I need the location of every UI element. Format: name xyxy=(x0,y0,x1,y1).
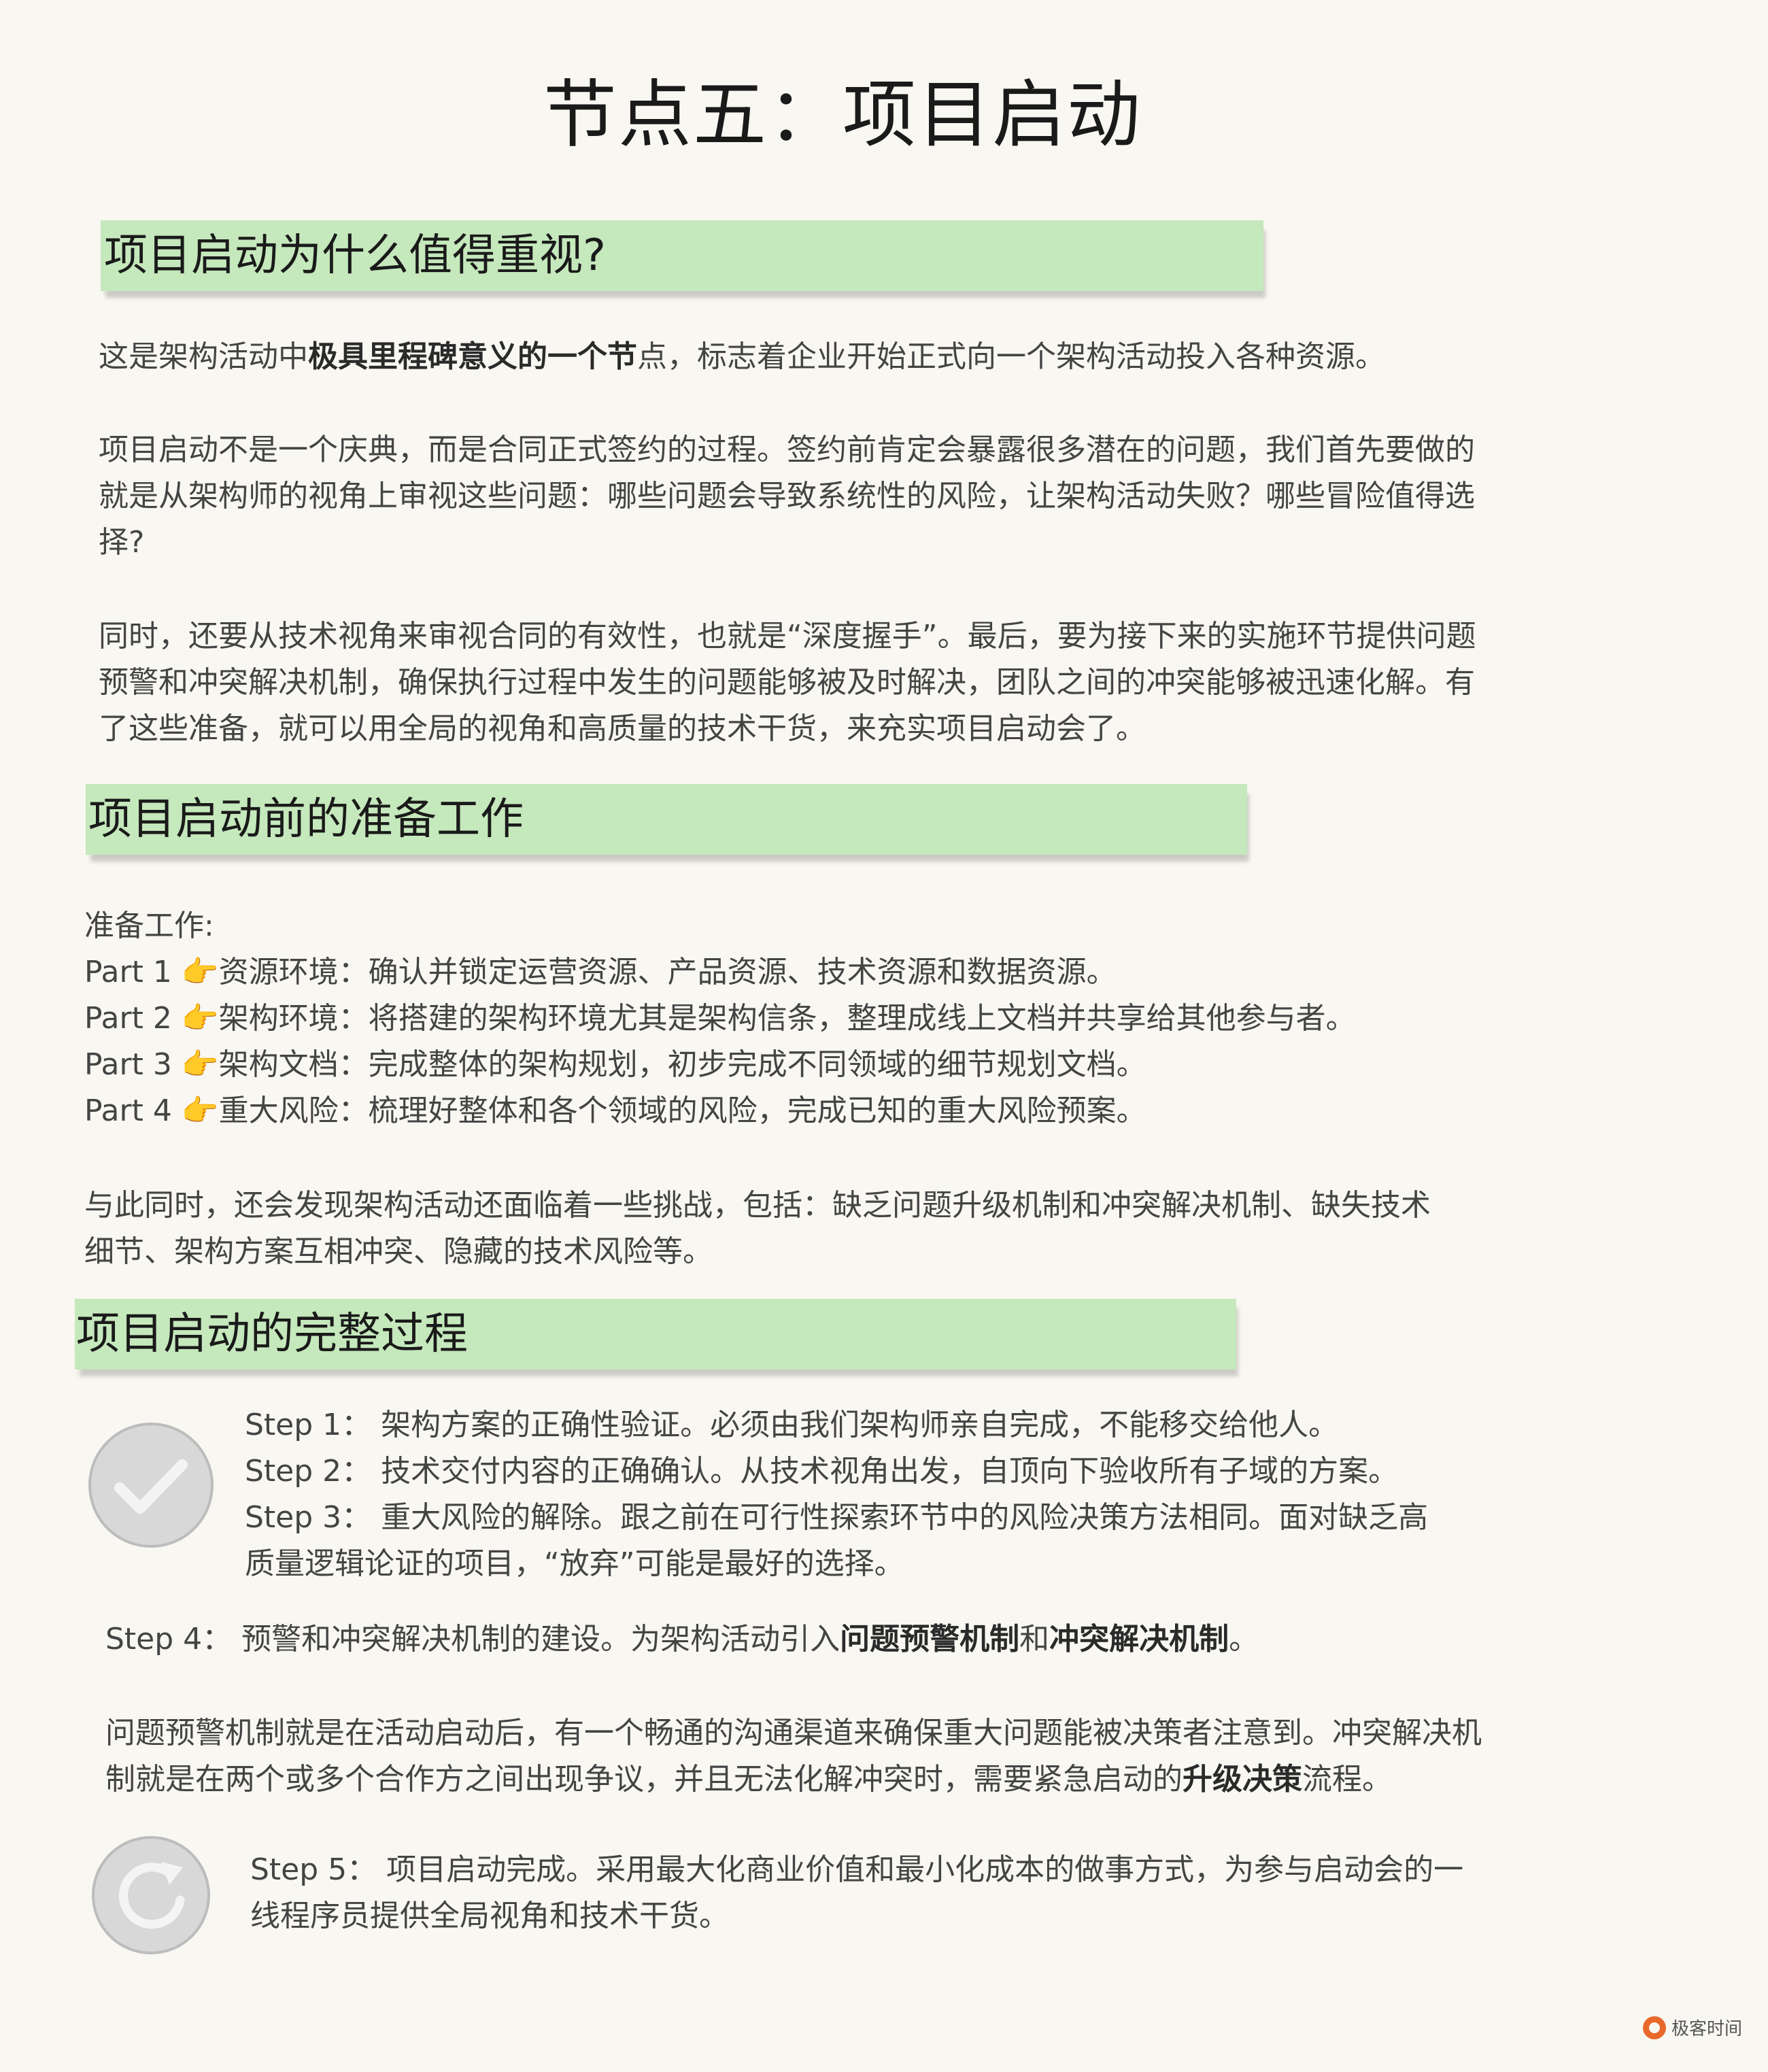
brand-logo: 极客时间 xyxy=(1642,2015,1742,2040)
section1-paragraph-2-line-3: 择? xyxy=(99,525,145,560)
text-segment: 和 xyxy=(1019,1622,1050,1657)
bold-phrase: 极具里程碑意义的一个节 xyxy=(308,339,637,374)
part-item-2: Part 2 👉架构环境：将搭建的架构环境尤其是架构信条，整理成线上文档并共享给… xyxy=(84,1001,1356,1036)
text-segment: 流程。 xyxy=(1302,1762,1392,1797)
mechanism-line-2: 制就是在两个或多个合作方之间出现争议，并且无法化解冲突时，需要紧急启动的升级决策… xyxy=(105,1756,1392,1803)
challenges-line-1: 与此同时，还会发现架构活动还面临着一些挑战，包括：缺乏问题升级机制和冲突解决机制… xyxy=(84,1188,1431,1223)
section3-heading: 项目启动的完整过程 xyxy=(76,1309,468,1359)
section1-paragraph-2-line-1: 项目启动不是一个庆典，而是合同正式签约的过程。签约前肯定会暴露很多潜在的问题，我… xyxy=(99,432,1475,467)
part-item-1: Part 1 👉资源环境：确认并锁定运营资源、产品资源、技术资源和数据资源。 xyxy=(84,955,1117,989)
step-1: Step 1： 架构方案的正确性验证。必须由我们架构师亲自完成，不能移交给他人。 xyxy=(245,1408,1339,1442)
section1-paragraph-2-line-2: 就是从架构师的视角上审视这些问题：哪些问题会导致系统性的风险，让架构活动失败？哪… xyxy=(99,479,1475,513)
step-4: Step 4： 预警和冲突解决机制的建设。为架构活动引入问题预警机制和冲突解决机… xyxy=(105,1616,1259,1663)
page-title: 节点五：项目启动 xyxy=(543,73,1142,158)
refresh-icon xyxy=(92,1836,210,1954)
section1-paragraph-3-line-3: 了这些准备，就可以用全局的视角和高质量的技术干货，来充实项目启动会了。 xyxy=(99,711,1146,746)
text-segment: 点，标志着企业开始正式向一个架构活动投入各种资源。 xyxy=(637,339,1385,374)
bold-phrase-warning-mechanism: 问题预警机制 xyxy=(840,1622,1020,1657)
step-5-line-2: 线程序员提供全局视角和技术干货。 xyxy=(250,1899,729,1933)
bold-phrase-escalation: 升级决策 xyxy=(1183,1762,1302,1797)
logo-icon xyxy=(1642,2016,1666,2039)
text-segment: Step 4： 预警和冲突解决机制的建设。为架构活动引入 xyxy=(105,1622,840,1657)
text-segment: 制就是在两个或多个合作方之间出现争议，并且无法化解冲突时，需要紧急启动的 xyxy=(105,1762,1183,1797)
part-item-3: Part 3 👉架构文档：完成整体的架构规划，初步完成不同领域的细节规划文档。 xyxy=(84,1047,1146,1082)
bold-phrase-conflict-mechanism: 冲突解决机制 xyxy=(1049,1622,1229,1657)
step-2: Step 2： 技术交付内容的正确确认。从技术视角出发，自顶向下验收所有子域的方… xyxy=(245,1454,1399,1489)
preparation-intro: 准备工作: xyxy=(84,908,214,943)
mechanism-line-1: 问题预警机制就是在活动启动后，有一个畅通的沟通渠道来确保重大问题能被决策者注意到… xyxy=(105,1716,1482,1750)
section1-paragraph-3-line-2: 预警和冲突解决机制，确保执行过程中发生的问题能够被及时解决，团队之间的冲突能够被… xyxy=(99,665,1475,700)
text-segment: 这是架构活动中 xyxy=(99,339,308,374)
checkmark-icon xyxy=(88,1423,214,1548)
section2-heading: 项目启动前的准备工作 xyxy=(88,794,524,845)
part-item-4: Part 4 👉重大风险：梳理好整体和各个领域的风险，完成已知的重大风险预案。 xyxy=(84,1093,1146,1128)
step-3-line-1: Step 3： 重大风险的解除。跟之前在可行性探索环节中的风险决策方法相同。面对… xyxy=(245,1500,1429,1535)
challenges-line-2: 细节、架构方案互相冲突、隐藏的技术风险等。 xyxy=(84,1234,713,1269)
step-3-line-2: 质量逻辑论证的项目，“放弃”可能是最好的选择。 xyxy=(245,1546,904,1581)
logo-text: 极客时间 xyxy=(1671,2019,1742,2039)
section1-heading: 项目启动为什么值得重视? xyxy=(104,231,606,281)
text-segment: 。 xyxy=(1229,1622,1259,1657)
step-5-line-1: Step 5： 项目启动完成。采用最大化商业价值和最小化成本的做事方式，为参与启… xyxy=(250,1852,1464,1887)
section1-paragraph-3-line-1: 同时，还要从技术视角来审视合同的有效性，也就是“深度握手”。最后，要为接下来的实… xyxy=(99,619,1476,653)
section1-paragraph-1: 这是架构活动中极具里程碑意义的一个节点，标志着企业开始正式向一个架构活动投入各种… xyxy=(99,334,1385,380)
